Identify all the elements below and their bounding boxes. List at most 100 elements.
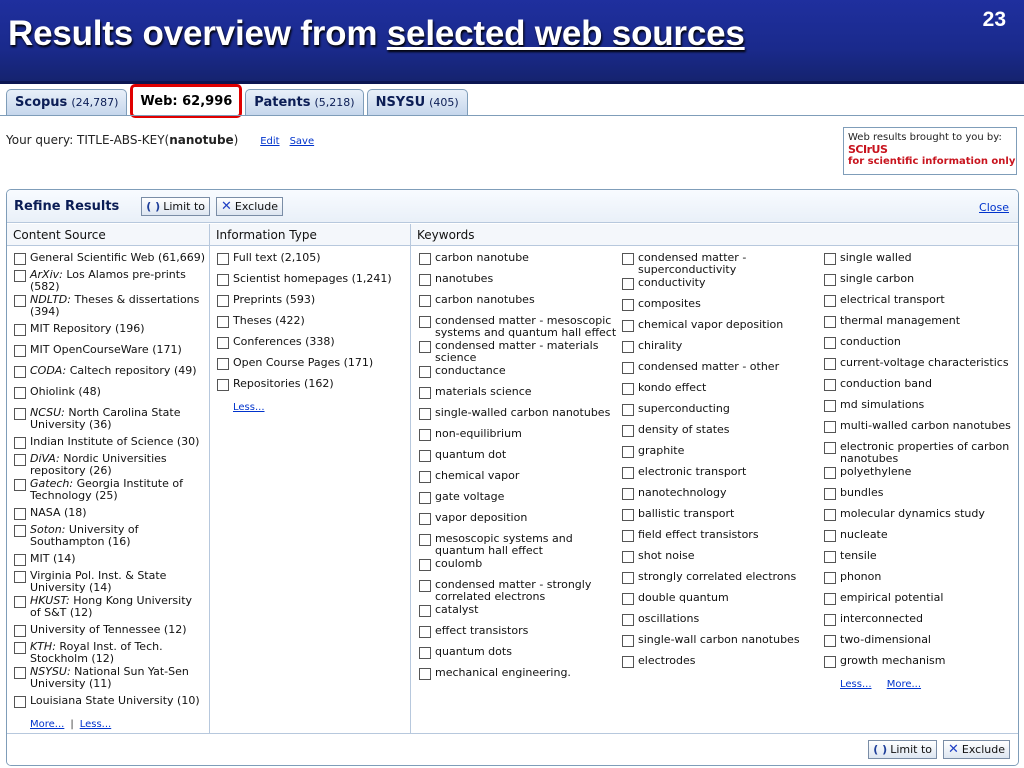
filter-item[interactable]: effect transistors [419, 624, 617, 645]
checkbox[interactable] [824, 530, 836, 542]
checkbox[interactable] [14, 437, 26, 449]
tab-scopus[interactable]: Scopus (24,787) [6, 89, 128, 115]
limit-to-button[interactable]: ( ) Limit to [141, 196, 210, 216]
scirus-box[interactable]: Web results brought to you by: SCIrUS fo… [843, 127, 1017, 175]
checkbox[interactable] [14, 387, 26, 399]
filter-item[interactable]: University of Tennessee (12) [14, 623, 206, 640]
checkbox[interactable] [824, 421, 836, 433]
checkbox[interactable] [419, 253, 431, 265]
checkbox[interactable] [217, 295, 229, 307]
checkbox[interactable] [217, 253, 229, 265]
checkbox[interactable] [824, 509, 836, 521]
checkbox[interactable] [14, 667, 26, 679]
checkbox[interactable] [824, 551, 836, 563]
filter-item[interactable]: Conferences (338) [217, 335, 407, 356]
checkbox[interactable] [419, 580, 431, 592]
checkbox[interactable] [622, 362, 634, 374]
checkbox[interactable] [824, 593, 836, 605]
checkbox[interactable] [419, 605, 431, 617]
save-query-link[interactable]: Save [290, 136, 315, 147]
checkbox[interactable] [14, 270, 26, 282]
checkbox[interactable] [419, 534, 431, 546]
filter-item[interactable]: single carbon [824, 272, 1016, 293]
checkbox[interactable] [14, 508, 26, 520]
filter-item[interactable]: chirality [622, 339, 819, 360]
checkbox[interactable] [14, 625, 26, 637]
filter-item[interactable]: electronic properties of carbon nanotube… [824, 440, 1016, 465]
filter-item[interactable]: nanotechnology [622, 486, 819, 507]
checkbox[interactable] [419, 647, 431, 659]
checkbox[interactable] [824, 467, 836, 479]
checkbox[interactable] [14, 345, 26, 357]
checkbox[interactable] [419, 471, 431, 483]
filter-item[interactable]: CODA: Caltech repository (49) [14, 364, 206, 385]
checkbox[interactable] [419, 668, 431, 680]
exclude-button-footer[interactable]: ✕ Exclude [943, 740, 1010, 759]
checkbox[interactable] [824, 253, 836, 265]
checkbox[interactable] [622, 614, 634, 626]
filter-item[interactable]: NCSU: North Carolina State University (3… [14, 406, 206, 435]
tab-patents[interactable]: Patents (5,218) [245, 89, 364, 115]
filter-item[interactable]: KTH: Royal Inst. of Tech. Stockholm (12) [14, 640, 206, 665]
checkbox[interactable] [622, 467, 634, 479]
checkbox[interactable] [217, 316, 229, 328]
checkbox[interactable] [622, 656, 634, 668]
filter-item[interactable]: empirical potential [824, 591, 1016, 612]
checkbox[interactable] [622, 572, 634, 584]
checkbox[interactable] [622, 299, 634, 311]
checkbox[interactable] [14, 571, 26, 583]
checkbox[interactable] [824, 614, 836, 626]
checkbox[interactable] [824, 442, 836, 454]
filter-item[interactable]: thermal management [824, 314, 1016, 335]
filter-item[interactable]: nanotubes [419, 272, 617, 293]
filter-item[interactable]: strongly correlated electrons [622, 570, 819, 591]
exclude-button[interactable]: ✕ Exclude [216, 196, 283, 216]
checkbox[interactable] [622, 635, 634, 647]
checkbox[interactable] [622, 320, 634, 332]
filter-item[interactable]: Gatech: Georgia Institute of Technology … [14, 477, 206, 506]
filter-item[interactable]: coulomb [419, 557, 617, 578]
filter-item[interactable]: Scientist homepages (1,241) [217, 272, 407, 293]
checkbox[interactable] [14, 479, 26, 491]
limit-to-button-footer[interactable]: ( ) Limit to [868, 740, 937, 759]
filter-item[interactable]: single walled [824, 251, 1016, 272]
tab-nsysu[interactable]: NSYSU (405) [366, 89, 468, 115]
filter-item[interactable]: Full text (2,105) [217, 251, 407, 272]
filter-item[interactable]: MIT Repository (196) [14, 322, 206, 343]
filter-item[interactable]: NSYSU: National Sun Yat-Sen University (… [14, 665, 206, 694]
checkbox[interactable] [824, 635, 836, 647]
filter-item[interactable]: polyethylene [824, 465, 1016, 486]
filter-item[interactable]: field effect transistors [622, 528, 819, 549]
checkbox[interactable] [217, 337, 229, 349]
checkbox[interactable] [419, 429, 431, 441]
filter-item[interactable]: MIT OpenCourseWare (171) [14, 343, 206, 364]
filter-item[interactable]: graphite [622, 444, 819, 465]
checkbox[interactable] [622, 253, 634, 265]
filter-item[interactable]: density of states [622, 423, 819, 444]
checkbox[interactable] [622, 488, 634, 500]
checkbox[interactable] [419, 316, 431, 328]
checkbox[interactable] [622, 425, 634, 437]
checkbox[interactable] [824, 572, 836, 584]
filter-item[interactable]: electronic transport [622, 465, 819, 486]
checkbox[interactable] [217, 358, 229, 370]
filter-item[interactable]: md simulations [824, 398, 1016, 419]
filter-item[interactable]: Open Course Pages (171) [217, 356, 407, 377]
checkbox[interactable] [419, 387, 431, 399]
checkbox[interactable] [14, 324, 26, 336]
filter-item[interactable]: chemical vapor [419, 469, 617, 490]
checkbox[interactable] [419, 408, 431, 420]
checkbox[interactable] [14, 366, 26, 378]
filter-item[interactable]: condensed matter - superconductivity [622, 251, 819, 276]
checkbox[interactable] [622, 530, 634, 542]
filter-item[interactable]: ArXiv: Los Alamos pre-prints (582) [14, 268, 206, 293]
checkbox[interactable] [14, 554, 26, 566]
filter-item[interactable]: superconducting [622, 402, 819, 423]
filter-item[interactable]: DiVA: Nordic Universities repository (26… [14, 452, 206, 477]
checkbox[interactable] [824, 400, 836, 412]
filter-item[interactable]: oscillations [622, 612, 819, 633]
filter-item[interactable]: condensed matter - other [622, 360, 819, 381]
filter-item[interactable]: mesoscopic systems and quantum hall effe… [419, 532, 617, 557]
filter-item[interactable]: chemical vapor deposition [622, 318, 819, 339]
filter-item[interactable]: non-equilibrium [419, 427, 617, 448]
